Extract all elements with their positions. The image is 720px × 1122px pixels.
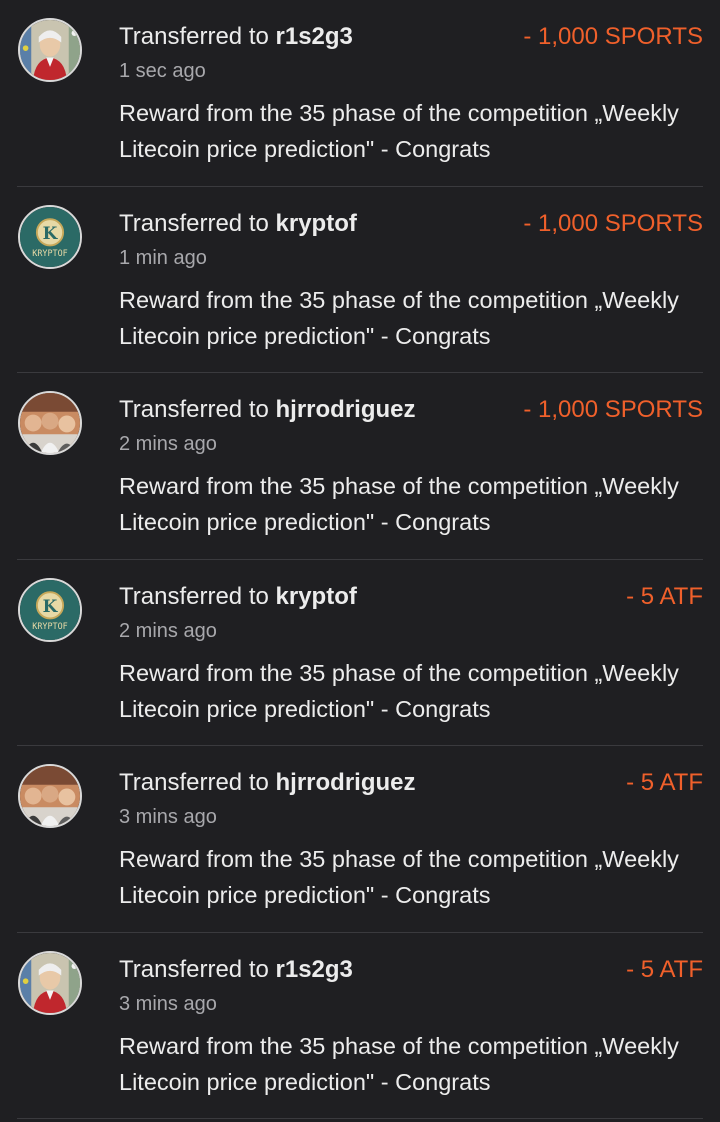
transfer-memo: Reward from the 35 phase of the competit… <box>119 286 679 349</box>
transfer-timestamp: 1 min ago <box>119 246 207 269</box>
transfer-title: Transferred to hjrrodriguez <box>119 768 416 798</box>
transfer-title: Transferred to kryptof <box>119 209 357 239</box>
kryptof-logo-avatar-icon[interactable]: K KRYPTOF <box>18 577 82 642</box>
recipient-username-link[interactable]: r1s2g3 <box>276 23 353 50</box>
transfer-title: Transferred to hjrrodriguez <box>119 395 416 425</box>
transfer-amount: - 1,000 SPORTS <box>523 396 703 423</box>
recipient-username-link[interactable]: hjrrodriguez <box>276 396 416 423</box>
group-photo-avatar-icon[interactable] <box>18 764 82 828</box>
transfer-memo: Reward from the 35 phase of the competit… <box>119 659 679 722</box>
recipient-username-link[interactable]: kryptof <box>276 583 357 610</box>
group-photo-avatar-icon[interactable] <box>18 391 82 455</box>
transfer-title: Transferred to kryptof <box>119 582 357 612</box>
transfer-amount: - 5 ATF <box>626 582 703 610</box>
transfer-item[interactable]: Transferred to hjrrodriguez - 1,000 SPOR… <box>17 373 703 560</box>
transfer-title: Transferred to r1s2g3 <box>119 22 353 52</box>
transfer-memo: Reward from the 35 phase of the competit… <box>119 473 679 535</box>
transfer-prefix: Transferred to <box>119 582 276 610</box>
transfer-item[interactable]: K KRYPTOF Transferred to kryptof - 5 ATF… <box>17 560 703 746</box>
transfer-timestamp: 2 mins ago <box>119 619 217 642</box>
transfer-timestamp: 3 mins ago <box>119 992 217 1015</box>
portrait-avatar-icon[interactable] <box>18 950 82 1015</box>
transfer-memo: Reward from the 35 phase of the competit… <box>119 1032 679 1095</box>
transfer-list: Transferred to r1s2g3 - 1,000 SPORTS 1 s… <box>0 0 720 1119</box>
recipient-username-link[interactable]: kryptof <box>276 210 357 237</box>
transfer-item[interactable]: K KRYPTOF Transferred to kryptof - 1,000… <box>17 187 703 373</box>
transfer-amount: - 5 ATF <box>626 955 703 983</box>
transfer-item[interactable]: Transferred to hjrrodriguez - 5 ATF 3 mi… <box>17 746 703 933</box>
portrait-avatar-icon[interactable] <box>18 18 82 82</box>
transfer-prefix: Transferred to <box>119 955 276 983</box>
kryptof-logo-letter: K <box>43 595 59 615</box>
transfer-amount: - 1,000 SPORTS <box>523 23 703 50</box>
transfer-prefix: Transferred to <box>119 209 276 237</box>
transfer-amount: - 1,000 SPORTS <box>523 209 703 237</box>
transfer-prefix: Transferred to <box>119 23 276 50</box>
recipient-username-link[interactable]: r1s2g3 <box>276 956 353 983</box>
transfer-title: Transferred to r1s2g3 <box>119 955 353 985</box>
transfer-prefix: Transferred to <box>119 769 276 796</box>
transfer-prefix: Transferred to <box>119 396 276 423</box>
transfer-timestamp: 2 mins ago <box>119 433 217 455</box>
kryptof-logo-text: KRYPTOF <box>32 620 68 630</box>
transfer-timestamp: 3 mins ago <box>119 806 217 828</box>
transfer-item[interactable]: Transferred to r1s2g3 - 1,000 SPORTS 1 s… <box>17 0 703 187</box>
kryptof-logo-avatar-icon[interactable]: K KRYPTOF <box>18 204 82 269</box>
kryptof-logo-letter: K <box>43 222 59 242</box>
transfer-item[interactable]: Transferred to r1s2g3 - 5 ATF 3 mins ago… <box>17 933 703 1119</box>
kryptof-logo-text: KRYPTOF <box>32 247 68 257</box>
transfer-memo: Reward from the 35 phase of the competit… <box>119 846 679 908</box>
recipient-username-link[interactable]: hjrrodriguez <box>276 769 416 796</box>
transfer-amount: - 5 ATF <box>626 769 703 796</box>
transfer-timestamp: 1 sec ago <box>119 60 206 82</box>
transfer-memo: Reward from the 35 phase of the competit… <box>119 100 679 162</box>
